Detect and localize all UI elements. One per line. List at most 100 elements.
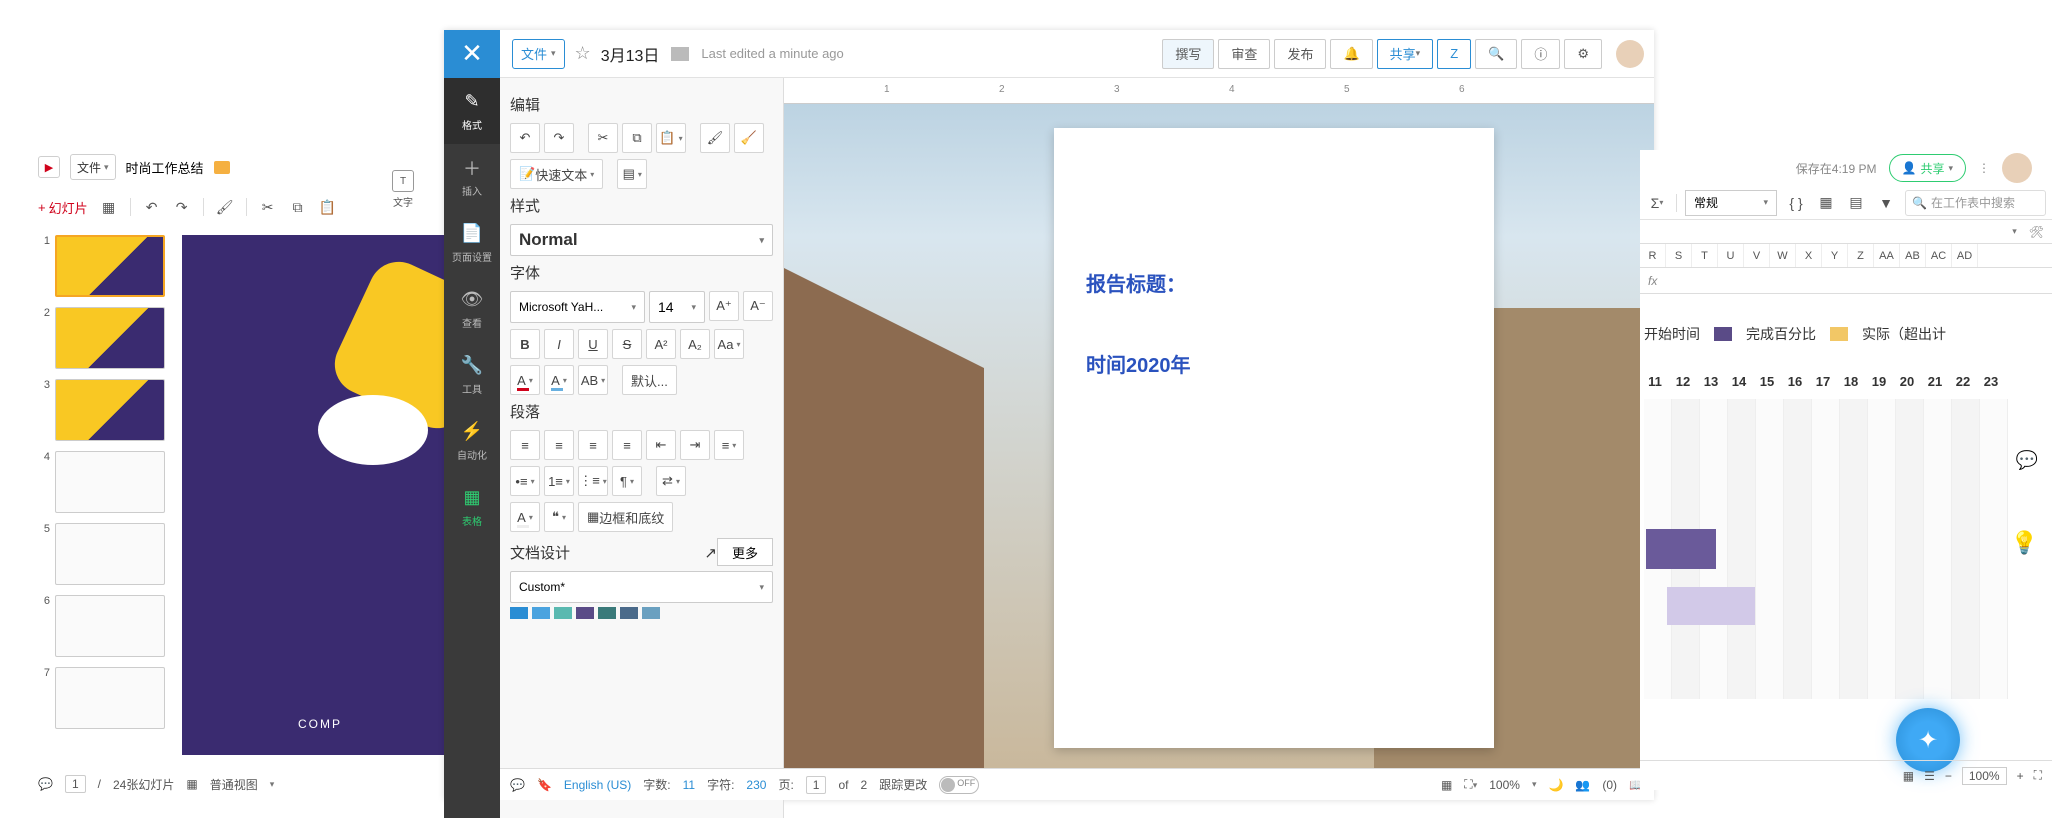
comment-icon[interactable]: 💬 <box>38 777 53 791</box>
grid-icon[interactable]: ▦ <box>186 777 197 791</box>
gantt-bar[interactable] <box>1667 587 1755 625</box>
rail-table[interactable]: ▦表格 <box>444 474 500 540</box>
avatar[interactable] <box>1616 40 1644 68</box>
redo-icon[interactable]: ↷ <box>544 123 574 153</box>
fullscreen-icon[interactable]: ⛶ <box>2034 768 2042 783</box>
grid-view-icon[interactable]: ▦ <box>1903 769 1914 783</box>
doc-title-field[interactable]: 报告标题： <box>1086 268 1462 297</box>
bulb-icon[interactable]: 💡 <box>2011 530 2038 556</box>
gantt-bar[interactable] <box>1646 529 1716 569</box>
ruler[interactable]: 1 2 3 4 5 6 <box>784 78 1654 104</box>
popout-icon[interactable]: ↗ <box>704 544 717 562</box>
share-button[interactable]: 共享 ▾ <box>1377 39 1434 69</box>
italic-button[interactable]: I <box>544 329 574 359</box>
redo-icon[interactable]: ↷ <box>173 198 191 216</box>
font-size-select[interactable]: 14▾ <box>649 291 705 323</box>
cut-icon[interactable]: ✂ <box>259 198 277 216</box>
share-button[interactable]: 👤 共享 ▾ <box>1889 154 1967 182</box>
text-tool[interactable]: T文字 <box>388 170 418 209</box>
text-direction-icon[interactable]: ⇄▾ <box>656 466 686 496</box>
style-select[interactable]: Normal▾ <box>510 224 773 256</box>
quicktext-button[interactable]: 📝 快速文本▾ <box>510 159 603 189</box>
add-slide-button[interactable]: + 幻灯片 <box>38 198 88 217</box>
mark-icon[interactable]: 🔖 <box>537 778 552 792</box>
slide-thumb[interactable] <box>55 307 165 369</box>
brackets-icon[interactable]: { } <box>1785 192 1807 214</box>
flag-icon[interactable] <box>671 47 689 61</box>
slide-thumb[interactable] <box>55 595 165 657</box>
bullet-list-icon[interactable]: •≡▾ <box>510 466 540 496</box>
layout-icon[interactable]: ▦ <box>1815 192 1837 214</box>
avatar[interactable] <box>2002 153 2032 183</box>
font-family-select[interactable]: Microsoft YaH...▾ <box>510 291 645 323</box>
paste-icon[interactable]: 📋▾ <box>656 123 686 153</box>
indent-icon[interactable]: ⇥ <box>680 430 710 460</box>
copy-icon[interactable]: ⧉ <box>289 198 307 216</box>
compose-tab[interactable]: 撰写 <box>1162 39 1214 69</box>
font-size-decrease-icon[interactable]: A⁻ <box>743 291 773 321</box>
number-format-select[interactable]: 常规▾ <box>1685 190 1777 216</box>
font-color-button[interactable]: A▾ <box>510 365 540 395</box>
collaborators-icon[interactable]: 👥 <box>1575 778 1590 792</box>
superscript-button[interactable]: A² <box>646 329 676 359</box>
align-left-icon[interactable]: ≡ <box>510 430 540 460</box>
slide-thumb[interactable] <box>55 523 165 585</box>
strikethrough-button[interactable]: S <box>612 329 642 359</box>
columns-icon[interactable]: ▤▾ <box>617 159 647 189</box>
conditional-icon[interactable]: ▤ <box>1845 192 1867 214</box>
info-icon[interactable]: ⓘ <box>1521 39 1560 69</box>
filter-icon[interactable]: ▼ <box>1875 192 1897 214</box>
zoom-level[interactable]: 100% <box>1489 778 1520 792</box>
rail-tools[interactable]: 🔧工具 <box>444 342 500 408</box>
zia-button[interactable]: Z <box>1437 39 1471 69</box>
format-painter-icon[interactable]: 🖌 <box>700 123 730 153</box>
timeline-grid[interactable] <box>1644 399 2048 699</box>
zoom-out-icon[interactable]: − <box>1945 769 1952 783</box>
formula-bar[interactable]: fx <box>1640 268 2052 294</box>
rail-format[interactable]: ✎格式 <box>444 78 500 144</box>
zoom-level[interactable]: 100% <box>1962 767 2007 785</box>
change-case-button[interactable]: Aa▾ <box>714 329 744 359</box>
view-mode[interactable]: 普通视图 <box>210 776 258 793</box>
list-view-icon[interactable]: ☰ <box>1924 769 1935 783</box>
folder-icon[interactable] <box>214 161 230 174</box>
more-button[interactable]: 更多 <box>717 538 773 566</box>
zoom-in-icon[interactable]: + <box>2017 769 2024 783</box>
col-header[interactable]: R <box>1640 244 1666 267</box>
align-justify-icon[interactable]: ≡ <box>612 430 642 460</box>
paragraph-marks-icon[interactable]: ¶▾ <box>612 466 642 496</box>
theme-select[interactable]: Custom*▾ <box>510 571 773 603</box>
eraser-icon[interactable]: 🧹 <box>734 123 764 153</box>
multilevel-list-icon[interactable]: ⋮≡▾ <box>578 466 608 496</box>
layout-icon[interactable]: ▦ <box>100 198 118 216</box>
night-mode-icon[interactable]: 🌙 <box>1548 778 1563 792</box>
page-current[interactable]: 1 <box>65 775 86 793</box>
layout-icon[interactable]: ▦ <box>1441 778 1452 792</box>
slide-thumb[interactable] <box>55 379 165 441</box>
notify-button[interactable]: 🔔 <box>1330 39 1372 69</box>
review-tab[interactable]: 审查 <box>1218 39 1270 69</box>
gear-icon[interactable]: ⚙ <box>1564 39 1602 69</box>
format-painter-icon[interactable]: 🖌 <box>216 198 234 216</box>
line-spacing-icon[interactable]: ≡▾ <box>714 430 744 460</box>
copy-icon[interactable]: ⧉ <box>622 123 652 153</box>
cut-icon[interactable]: ✂ <box>588 123 618 153</box>
search-input[interactable]: 🔍在工作表中搜索 <box>1905 190 2046 216</box>
slide-thumb[interactable] <box>55 451 165 513</box>
search-icon[interactable]: 🔍 <box>1475 39 1517 69</box>
number-list-icon[interactable]: 1≡▾ <box>544 466 574 496</box>
underline-button[interactable]: U <box>578 329 608 359</box>
page[interactable]: 报告标题： 时间2020年 <box>1054 128 1494 748</box>
chevron-down-icon[interactable]: ▾ <box>2012 226 2017 237</box>
close-button[interactable]: ✕ <box>444 30 500 78</box>
rail-insert[interactable]: ＋插入 <box>444 144 500 210</box>
star-icon[interactable]: ☆ <box>575 43 591 64</box>
undo-icon[interactable]: ↶ <box>510 123 540 153</box>
slide-canvas[interactable]: COMP <box>182 235 458 755</box>
sigma-icon[interactable]: Σ▾ <box>1646 192 1668 214</box>
file-menu-button[interactable]: 文件▾ <box>512 39 565 69</box>
paste-icon[interactable]: 📋 <box>319 198 337 216</box>
track-changes-toggle[interactable]: OFF <box>939 776 979 794</box>
border-button[interactable]: ▦ 边框和底纹 <box>578 502 673 532</box>
highlight-button[interactable]: A▾ <box>544 365 574 395</box>
